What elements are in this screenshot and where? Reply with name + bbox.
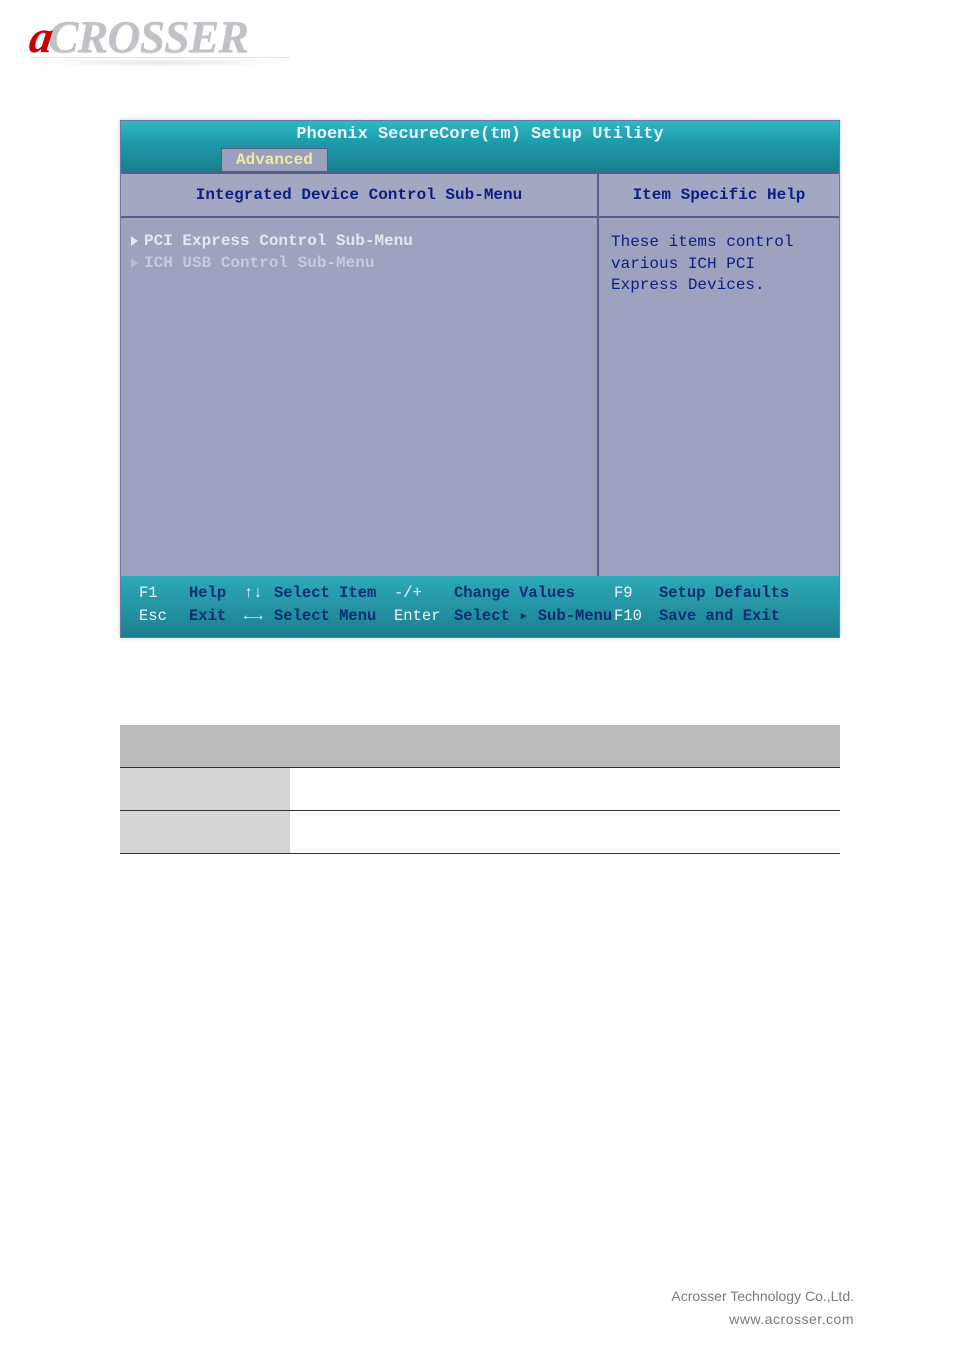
- action-setup-defaults: Setup Defaults: [659, 582, 789, 605]
- table-cell: [290, 768, 430, 810]
- menu-item-ich-usb[interactable]: ICH USB Control Sub-Menu: [131, 254, 587, 272]
- action-select-item: Select Item: [274, 582, 394, 605]
- key-updown: ↑↓: [244, 582, 274, 605]
- key-f10: F10: [614, 605, 659, 628]
- action-exit: Exit: [189, 605, 244, 628]
- help-panel: These items control various ICH PCI Expr…: [599, 218, 839, 576]
- action-select-submenu: Select ▸ Sub-Menu: [454, 605, 614, 628]
- key-f9: F9: [614, 582, 659, 605]
- action-help: Help: [189, 582, 244, 605]
- bios-key-legend: F1 Help ↑↓ Select Item -/+ Change Values…: [121, 576, 839, 637]
- logo-rest: CROSSER: [48, 11, 248, 62]
- bios-title: Phoenix SecureCore(tm) Setup Utility: [121, 121, 839, 144]
- table-row: [120, 768, 840, 811]
- triangle-icon: [131, 258, 138, 268]
- key-plusminus: -/+: [394, 582, 454, 605]
- table-header-row: [120, 725, 840, 768]
- table-row: [120, 811, 840, 854]
- table-header-cell: [430, 725, 840, 767]
- action-select-menu: Select Menu: [274, 605, 394, 628]
- menu-panel: PCI Express Control Sub-Menu ICH USB Con…: [121, 218, 599, 576]
- company-name: Acrosser Technology Co.,Ltd.: [671, 1285, 854, 1307]
- menu-item-label: ICH USB Control Sub-Menu: [144, 254, 374, 272]
- table-cell: [290, 811, 430, 853]
- table-cell: [120, 768, 290, 810]
- action-change-values: Change Values: [454, 582, 614, 605]
- menu-item-label: PCI Express Control Sub-Menu: [144, 232, 413, 250]
- menu-item-pci-express[interactable]: PCI Express Control Sub-Menu: [131, 232, 587, 250]
- table-header-cell: [290, 725, 430, 767]
- bios-screenshot: Phoenix SecureCore(tm) Setup Utility Adv…: [120, 120, 840, 638]
- logo: aCROSSER: [30, 10, 290, 67]
- key-f1: F1: [139, 582, 189, 605]
- action-save-exit: Save and Exit: [659, 605, 780, 628]
- table-cell: [120, 811, 290, 853]
- description-table: [120, 725, 840, 854]
- table-cell: [430, 811, 840, 853]
- company-url: www.acrosser.com: [671, 1308, 854, 1330]
- table-header-cell: [120, 725, 290, 767]
- tab-advanced[interactable]: Advanced: [221, 148, 328, 171]
- bios-tab-bar: Advanced: [121, 144, 839, 172]
- panel-left-header: Integrated Device Control Sub-Menu: [121, 174, 599, 216]
- panel-right-header: Item Specific Help: [599, 174, 839, 216]
- key-esc: Esc: [139, 605, 189, 628]
- key-enter: Enter: [394, 605, 454, 628]
- page-footer: Acrosser Technology Co.,Ltd. www.acrosse…: [671, 1285, 854, 1330]
- table-cell: [430, 768, 840, 810]
- key-leftright: ←→: [244, 605, 274, 628]
- triangle-icon: [131, 236, 138, 246]
